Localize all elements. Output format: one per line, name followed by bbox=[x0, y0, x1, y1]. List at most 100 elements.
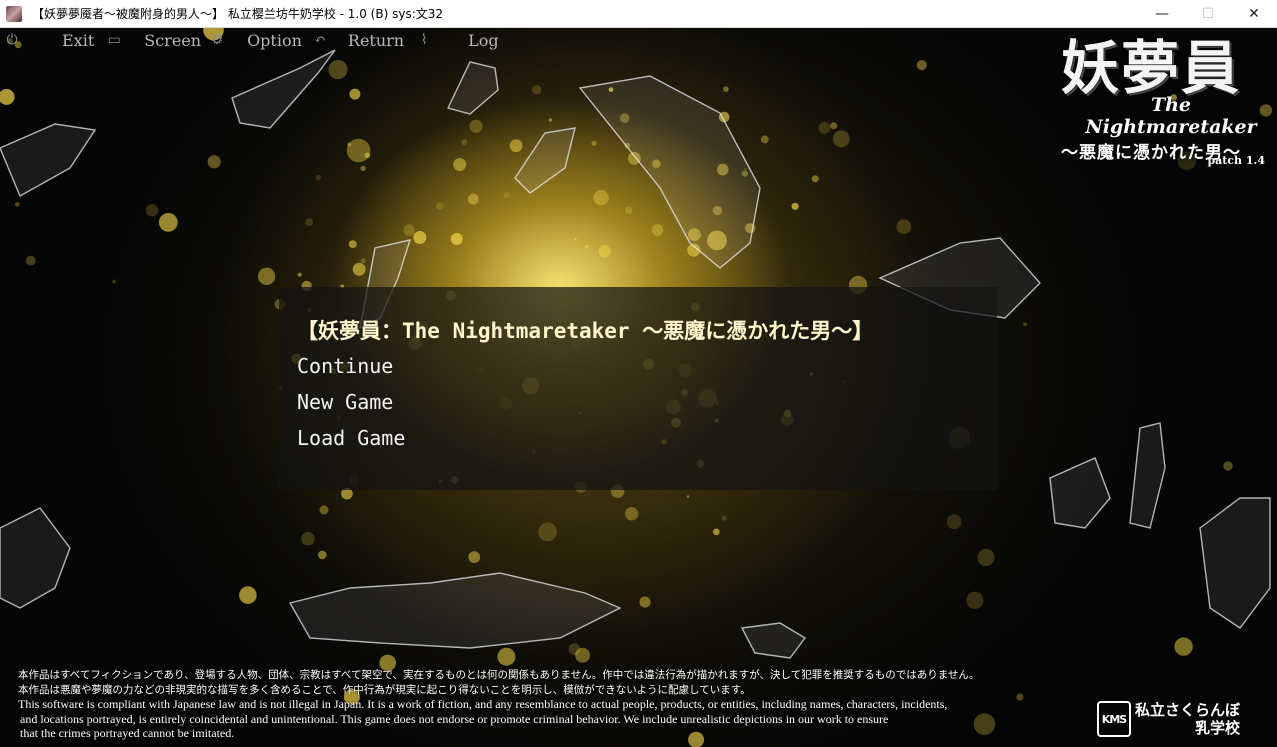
glow-particle bbox=[686, 495, 690, 498]
glow-particle bbox=[584, 244, 589, 249]
disclaimer-jp-line: 本作品はすべてフィクションであり、登場する人物、団体、宗教はすべて架空で、実在す… bbox=[18, 669, 980, 681]
glow-particle bbox=[811, 175, 819, 183]
glow-particle bbox=[548, 118, 553, 122]
glow-particle bbox=[467, 193, 479, 205]
glow-particle bbox=[348, 240, 357, 249]
glow-particle bbox=[319, 505, 329, 515]
glow-particle bbox=[468, 551, 481, 563]
glow-particle bbox=[916, 60, 927, 71]
glow-particle bbox=[145, 204, 159, 217]
glow-particle bbox=[503, 191, 511, 199]
studio-mark: KMS bbox=[1097, 701, 1131, 737]
glow-particle bbox=[598, 245, 611, 258]
glow-particle bbox=[791, 202, 799, 210]
glow-particle bbox=[574, 238, 577, 241]
glow-particle bbox=[436, 202, 444, 210]
glow-particle bbox=[239, 586, 257, 604]
studio-name-line2: 乳学校 bbox=[1195, 719, 1241, 737]
glow-particle bbox=[830, 122, 838, 130]
maximize-button[interactable]: ☐ bbox=[1185, 0, 1231, 28]
glow-particle bbox=[346, 138, 371, 163]
window-title: 【妖夢夢魇者～被魔附身的男人～】 私立樱兰坊牛奶学校 - 1.0 (B) sys… bbox=[32, 7, 444, 21]
glow-particle bbox=[966, 591, 984, 609]
glow-particle bbox=[352, 262, 366, 276]
glow-particle bbox=[832, 130, 850, 148]
menu-option[interactable]: Option bbox=[245, 31, 304, 50]
glow-particle bbox=[318, 550, 327, 560]
glow-particle bbox=[360, 165, 366, 172]
glow-particle bbox=[946, 514, 962, 530]
main-menu-title: 【妖夢員：The Nightmaretaker ～悪魔に憑かれた男～】 bbox=[297, 319, 874, 343]
glow-particle bbox=[1023, 322, 1027, 327]
glow-particle bbox=[639, 596, 651, 608]
glow-particle bbox=[509, 139, 523, 153]
monitor-icon: ▭ bbox=[107, 32, 121, 48]
glow-particle bbox=[532, 85, 542, 95]
glow-particle bbox=[977, 548, 995, 567]
app-icon bbox=[6, 5, 22, 22]
disclaimer-en-line: This software is compliant with Japanese… bbox=[18, 697, 948, 711]
glow-particle bbox=[403, 224, 415, 236]
studio-name-line1: 私立さくらんぼ bbox=[1135, 701, 1241, 719]
glow-particle bbox=[450, 233, 463, 245]
glow-particle bbox=[591, 140, 597, 146]
power-icon: ⏻ bbox=[6, 32, 18, 48]
patch-version: patch 1.4 bbox=[1207, 154, 1265, 167]
studio-logo: KMS 私立さくらんぼ 乳学校 bbox=[1097, 698, 1269, 740]
glow-particle bbox=[112, 279, 116, 284]
studio-name: 私立さくらんぼ 乳学校 bbox=[1135, 701, 1240, 737]
glow-particle bbox=[723, 86, 729, 92]
glow-particle bbox=[413, 231, 427, 244]
glow-particle bbox=[158, 213, 178, 232]
glow-particle bbox=[497, 647, 516, 666]
new-game-button[interactable]: New Game bbox=[297, 390, 393, 414]
glow-particle bbox=[347, 142, 352, 147]
glow-particle bbox=[14, 202, 20, 207]
disclaimer-jp-line: 本作品は悪魔や夢魔の力などの非現実的な描写を多く含めることで、作中行為が現実に起… bbox=[18, 683, 751, 696]
glow-particle bbox=[721, 515, 727, 521]
glow-particle bbox=[712, 528, 720, 536]
glow-particle bbox=[364, 152, 371, 159]
glow-particle bbox=[625, 507, 639, 521]
menu-return[interactable]: Return bbox=[346, 31, 406, 50]
glow-particle bbox=[301, 532, 315, 546]
glow-particle bbox=[207, 155, 221, 169]
glow-particle bbox=[651, 224, 664, 236]
load-game-button[interactable]: Load Game bbox=[297, 426, 405, 450]
glow-particle bbox=[297, 272, 302, 277]
game-logo: 妖夢員 The Nightmaretaker ～悪魔に憑かれた男～ bbox=[1031, 36, 1271, 163]
glow-particle bbox=[593, 190, 609, 206]
gear-icon: ⚙ bbox=[210, 32, 224, 48]
disclaimer-en-line: that the crimes portrayed cannot be imit… bbox=[20, 726, 235, 740]
close-button[interactable]: ✕ bbox=[1231, 0, 1277, 28]
glow-particle bbox=[1174, 637, 1193, 656]
menu-log[interactable]: Log bbox=[466, 31, 501, 50]
glow-particle bbox=[461, 139, 468, 146]
glow-particle bbox=[624, 206, 633, 214]
glow-particle bbox=[328, 60, 348, 80]
glow-particle bbox=[818, 121, 831, 134]
glow-particle bbox=[25, 255, 36, 266]
continue-button[interactable]: Continue bbox=[297, 354, 393, 378]
window-controls: — ☐ ✕ bbox=[1139, 0, 1277, 28]
window-titlebar: 【妖夢夢魇者～被魔附身的男人～】 私立樱兰坊牛奶学校 - 1.0 (B) sys… bbox=[0, 0, 1277, 28]
glow-particle bbox=[360, 258, 366, 264]
glow-particle bbox=[538, 522, 557, 542]
glow-particle bbox=[896, 219, 912, 235]
disclaimer-en-line: and locations portrayed, is entirely coi… bbox=[20, 711, 889, 726]
glow-particle bbox=[257, 267, 276, 285]
menu-exit[interactable]: Exit bbox=[60, 31, 96, 50]
top-menu: ⏻ Exit ▭ Screen ⚙ Option ↶ Return ⌇ Log bbox=[0, 28, 520, 52]
legal-disclaimer: 本作品はすべてフィクションであり、登場する人物、団体、宗教はすべて架空で、実在す… bbox=[18, 668, 1118, 741]
menu-screen[interactable]: Screen bbox=[142, 31, 203, 50]
glow-particle bbox=[349, 88, 361, 100]
glow-particle bbox=[305, 218, 313, 227]
return-arrow-icon: ↶ bbox=[314, 32, 326, 48]
glow-particle bbox=[453, 158, 467, 171]
glow-particle bbox=[1223, 461, 1233, 471]
glow-particle bbox=[568, 643, 581, 656]
game-screen: ⏻ Exit ▭ Screen ⚙ Option ↶ Return ⌇ Log … bbox=[0, 28, 1277, 747]
logo-kanji: 妖夢員 bbox=[1060, 34, 1241, 102]
minimize-button[interactable]: — bbox=[1139, 0, 1185, 28]
glow-particle bbox=[0, 88, 15, 105]
